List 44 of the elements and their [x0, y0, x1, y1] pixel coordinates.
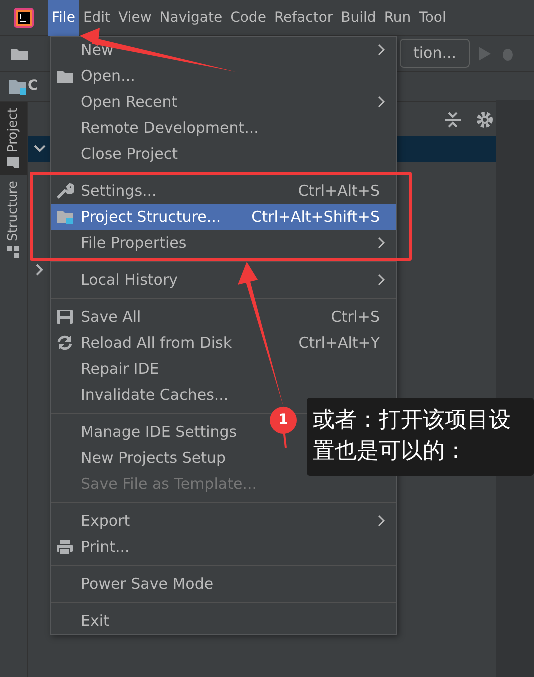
menu-item[interactable]: Refactor	[270, 0, 338, 36]
menu-item[interactable]: Code	[226, 0, 270, 36]
settings-icon	[476, 111, 494, 129]
save-icon	[56, 309, 74, 325]
menu-item[interactable]: View	[114, 0, 156, 36]
tool-window-tab[interactable]: Structure	[0, 175, 28, 265]
menu-item[interactable]: Print...	[51, 534, 396, 560]
menu-item[interactable]: Exit	[51, 608, 396, 634]
menu-item[interactable]: Power Save Mode	[51, 571, 396, 597]
menu-item[interactable]: Build	[337, 0, 380, 36]
menu-item[interactable]: File	[48, 0, 80, 36]
menu-item[interactable]: File Properties	[51, 230, 396, 256]
menu-item[interactable]: New	[51, 37, 396, 63]
project-structure-icon	[56, 209, 74, 225]
breadcrumb[interactable]: C	[28, 76, 38, 97]
menu-item[interactable]: Repair IDE	[51, 356, 396, 382]
annotation-tooltip: 或者：打开该项目设置也是可以的：	[307, 398, 534, 476]
run-icon	[478, 46, 492, 62]
module-folder-icon	[8, 78, 26, 96]
menu-item[interactable]: Project Structure... Ctrl+Alt+Shift+S	[51, 204, 396, 230]
menu-item[interactable]: Remote Development...	[51, 115, 396, 141]
menu-item[interactable]: Export	[51, 508, 396, 534]
folder-icon	[8, 157, 20, 170]
menu-item[interactable]: Local History	[51, 267, 396, 293]
menu-item[interactable]: Open Recent	[51, 89, 396, 115]
printer-icon	[56, 539, 74, 555]
menu-item[interactable]: Reload All from Disk Ctrl+Alt+Y	[51, 330, 396, 356]
menu-item[interactable]: Settings... Ctrl+Alt+S	[51, 178, 396, 204]
chevron-icon	[36, 264, 44, 276]
menu-item[interactable]: Tool	[415, 0, 450, 36]
menu-item[interactable]: Open...	[51, 63, 396, 89]
wrench-icon	[56, 183, 74, 199]
app-logo-icon	[14, 8, 34, 28]
run-config-dropdown[interactable]: tion...	[400, 39, 470, 68]
chevron-icon	[34, 145, 46, 153]
collapse-icon	[444, 112, 462, 128]
menu-item[interactable]: Edit	[79, 0, 115, 36]
menu-item[interactable]: Close Project	[51, 141, 396, 167]
structure-icon	[8, 246, 20, 259]
reload-icon	[56, 335, 74, 351]
menu-item[interactable]: Navigate	[156, 0, 227, 36]
folder-icon	[56, 68, 74, 84]
menu-item[interactable]: Run	[380, 0, 416, 36]
tool-window-tab[interactable]: Project	[0, 102, 28, 176]
